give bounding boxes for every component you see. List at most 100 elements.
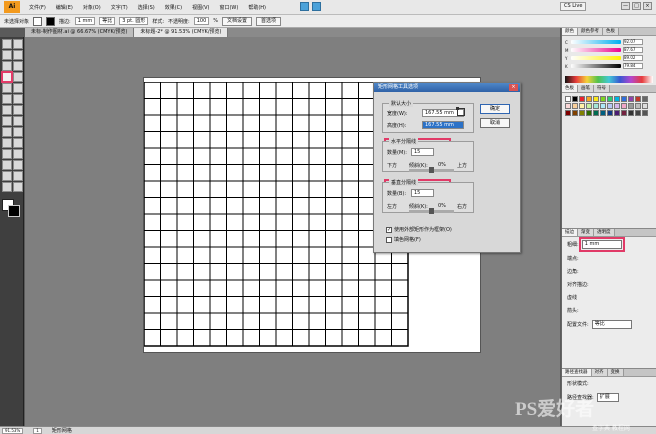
stroke-weight-input[interactable]: 1 mm bbox=[578, 237, 625, 252]
magenta-value[interactable]: 87.67 bbox=[623, 47, 643, 53]
cs-live-button[interactable]: CS Live bbox=[560, 2, 587, 11]
tab-transparency[interactable]: 透明度 bbox=[594, 229, 615, 236]
arrange-documents-icon[interactable] bbox=[312, 2, 321, 11]
horizontal-count-input[interactable]: 15 bbox=[411, 148, 434, 156]
stroke-swatch[interactable] bbox=[46, 16, 56, 26]
menu-file[interactable]: 文件(F) bbox=[24, 4, 51, 11]
tab-color-guide[interactable]: 颜色参考 bbox=[578, 28, 603, 35]
stroke-profile-select[interactable]: 等比 bbox=[591, 320, 632, 329]
menu-type[interactable]: 文字(T) bbox=[106, 4, 133, 11]
fill-swatch[interactable] bbox=[33, 16, 43, 26]
magic-wand-tool[interactable] bbox=[2, 50, 12, 60]
vertical-skew-slider[interactable] bbox=[409, 208, 454, 214]
paintbrush-tool[interactable] bbox=[13, 83, 23, 93]
black-slider[interactable] bbox=[571, 64, 621, 68]
fill-grid-option[interactable]: 填色网格(F) bbox=[386, 236, 421, 243]
lasso-tool[interactable] bbox=[13, 50, 23, 60]
blend-tool[interactable] bbox=[2, 160, 12, 170]
reference-point-icon[interactable] bbox=[456, 107, 466, 117]
zoom-level[interactable]: 91.53% bbox=[2, 427, 24, 434]
magenta-slider[interactable] bbox=[571, 48, 621, 52]
cyan-value[interactable]: 92.07 bbox=[623, 39, 643, 45]
document-setup-button[interactable]: 文档设置 bbox=[222, 16, 253, 26]
symbol-sprayer-tool[interactable] bbox=[13, 127, 23, 137]
free-transform-tool[interactable] bbox=[2, 127, 12, 137]
yellow-value[interactable]: 89.02 bbox=[623, 55, 643, 61]
tab-color[interactable]: 颜色 bbox=[562, 28, 578, 35]
document-tab-1[interactable]: 未标-制作图材.ai @ 66.67% (CMYK/预览) bbox=[25, 28, 135, 37]
height-input[interactable]: 167.55 mm bbox=[422, 121, 464, 129]
horizontal-skew-label: 倾斜(K): bbox=[409, 163, 428, 169]
close-button[interactable]: × bbox=[643, 2, 652, 10]
artboard-tool[interactable] bbox=[2, 171, 12, 181]
slice-tool[interactable] bbox=[13, 171, 23, 181]
graph-tool[interactable] bbox=[2, 138, 12, 148]
line-tool[interactable] bbox=[13, 72, 23, 82]
vertical-count-input[interactable]: 15 bbox=[411, 189, 434, 197]
outer-rectangle-checkbox[interactable]: ✓ bbox=[386, 226, 392, 233]
fill-stroke-swatches[interactable] bbox=[2, 199, 20, 217]
tab-brushes[interactable]: 画笔 bbox=[578, 85, 594, 92]
cyan-slider[interactable] bbox=[571, 40, 621, 44]
selection-tool[interactable] bbox=[2, 39, 12, 49]
ok-button[interactable]: 确定 bbox=[480, 104, 510, 114]
live-paint-tool[interactable] bbox=[13, 160, 23, 170]
stroke-width-input[interactable]: 1 mm bbox=[74, 17, 96, 25]
expand-button[interactable]: 扩展 bbox=[596, 393, 619, 402]
zoom-tool[interactable] bbox=[13, 182, 23, 192]
blob-brush-tool[interactable] bbox=[13, 94, 23, 104]
fill-grid-checkbox[interactable] bbox=[386, 236, 392, 243]
menu-select[interactable]: 选择(S) bbox=[133, 4, 160, 11]
warp-tool[interactable] bbox=[13, 116, 23, 126]
menu-edit[interactable]: 编辑(E) bbox=[51, 4, 78, 11]
menu-view[interactable]: 视图(V) bbox=[187, 4, 214, 11]
tab-transform[interactable]: 变换 bbox=[607, 369, 624, 376]
page-number[interactable]: 1 bbox=[33, 427, 42, 434]
pencil-tool[interactable] bbox=[2, 94, 12, 104]
window-controls: — □ × bbox=[621, 2, 652, 10]
stroke-profile-label: 配置文件: bbox=[567, 322, 589, 328]
black-value[interactable]: 79.84 bbox=[623, 63, 643, 69]
dialog-close-icon[interactable]: × bbox=[509, 84, 518, 91]
yellow-slider[interactable] bbox=[571, 56, 621, 60]
menu-effect[interactable]: 效果(C) bbox=[160, 4, 187, 11]
rectangular-grid-tool[interactable] bbox=[2, 72, 12, 82]
color-panel-tabs: 颜色 颜色参考 色板 bbox=[562, 28, 656, 36]
minimize-button[interactable]: — bbox=[621, 2, 630, 10]
cancel-button[interactable]: 取消 bbox=[480, 118, 510, 128]
tab-pathfinder[interactable]: 路径查找器 bbox=[562, 369, 592, 376]
horizontal-skew-slider[interactable] bbox=[409, 167, 454, 173]
tab-symbols[interactable]: 符号 bbox=[594, 85, 610, 92]
stroke-dash-label: 虚线 bbox=[567, 295, 578, 301]
type-tool[interactable] bbox=[13, 61, 23, 71]
preferences-button[interactable]: 首选项 bbox=[256, 16, 282, 26]
direct-selection-tool[interactable] bbox=[13, 39, 23, 49]
menu-window[interactable]: 窗口(W) bbox=[214, 4, 243, 11]
tab-gradient[interactable]: 渐变 bbox=[578, 229, 594, 236]
stroke-color-box[interactable] bbox=[8, 205, 20, 217]
horizontal-skew-value: 0% bbox=[438, 162, 446, 168]
tab-swatches[interactable]: 色板 bbox=[603, 28, 619, 35]
rectangle-tool[interactable] bbox=[2, 83, 12, 93]
rotate-tool[interactable] bbox=[13, 105, 23, 115]
stroke-profile-select[interactable]: 等比 bbox=[99, 17, 116, 25]
document-tab-2[interactable]: 未标题-2* @ 91.53% (CMYK/预览) bbox=[134, 28, 229, 37]
scale-tool[interactable] bbox=[2, 116, 12, 126]
color-spectrum[interactable] bbox=[565, 76, 653, 83]
eyedropper-tool[interactable] bbox=[13, 149, 23, 159]
tab-stroke[interactable]: 描边 bbox=[562, 229, 578, 236]
eraser-tool[interactable] bbox=[2, 105, 12, 115]
tab-align[interactable]: 对齐 bbox=[591, 369, 608, 376]
menu-help[interactable]: 帮助(H) bbox=[243, 4, 271, 11]
opacity-input[interactable]: 100 bbox=[193, 17, 210, 25]
brush-select[interactable]: 3 pt. 圆形 bbox=[119, 17, 149, 25]
pen-tool[interactable] bbox=[2, 61, 12, 71]
maximize-button[interactable]: □ bbox=[632, 2, 641, 10]
tab-swatches-active[interactable]: 色板 bbox=[562, 85, 578, 92]
menu-object[interactable]: 对象(O) bbox=[78, 4, 106, 11]
outer-rectangle-option[interactable]: ✓ 使用外部矩形作为框架(O) bbox=[386, 226, 452, 233]
mesh-tool[interactable] bbox=[13, 138, 23, 148]
bridge-icon[interactable] bbox=[300, 2, 309, 11]
hand-tool[interactable] bbox=[2, 182, 12, 192]
gradient-tool[interactable] bbox=[2, 149, 12, 159]
